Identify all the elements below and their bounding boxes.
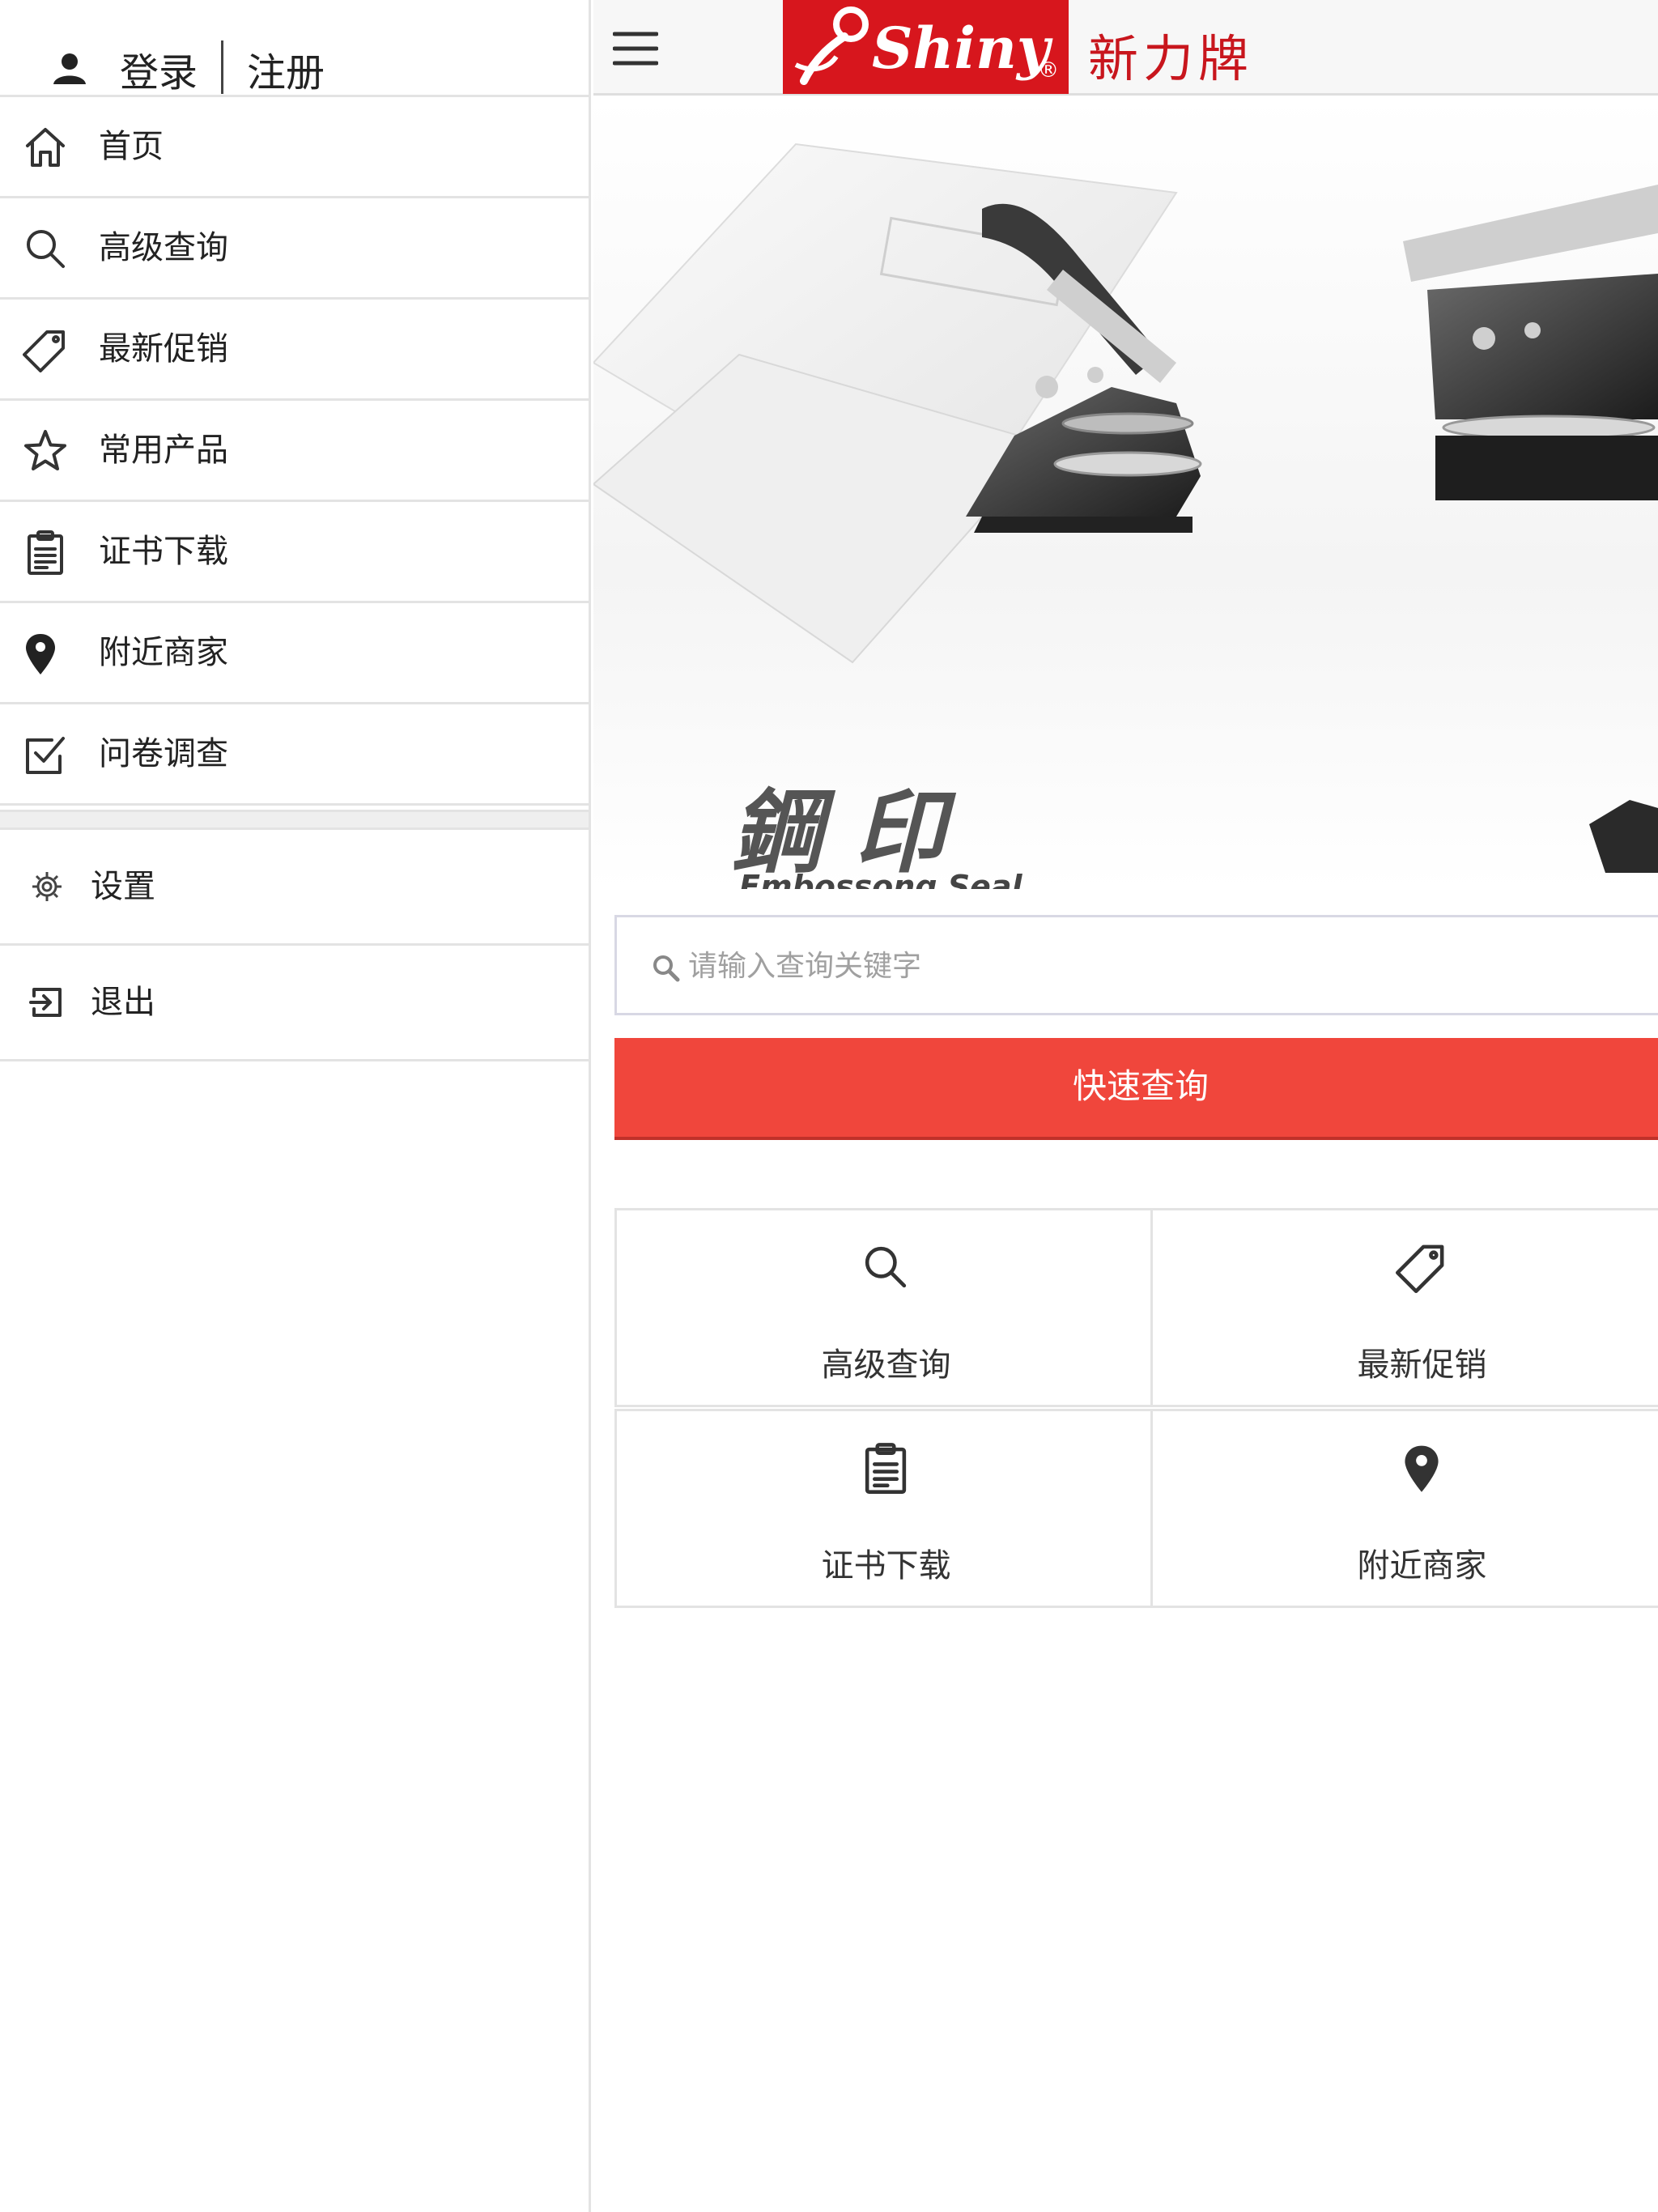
sidebar-item-home[interactable]: 首页 [0,97,589,198]
sidebar-item-label: 高级查询 [99,229,228,266]
tile-label: 附近商家 [1357,1547,1487,1585]
clipboard-icon [865,1443,907,1494]
tile-advanced-search[interactable]: 高级查询 [614,1208,1153,1407]
sidebar: 登录 注册 首页 高级查询 最新促销 常用产品 证书下载 附近商家 问卷调查 设… [0,0,591,2212]
home-icon [26,128,65,167]
top-bar: Shiny ® 新力牌 [593,0,1658,96]
tag-icon [23,330,65,372]
sidebar-item-nearby-merchants[interactable]: 附近商家 [0,603,589,704]
search-icon [27,230,65,268]
search-icon [865,1246,907,1288]
user-icon [53,53,86,84]
brand-name: 新力牌 [1088,29,1254,88]
tile-certificate-download[interactable]: 证书下载 [614,1409,1153,1608]
sidebar-item-label: 最新促销 [99,330,228,368]
star-icon [24,430,66,470]
stamp-logo-icon [794,6,869,85]
search-input[interactable] [687,917,1580,1015]
sidebar-item-label: 首页 [99,128,164,165]
sidebar-item-common-products[interactable]: 常用产品 [0,401,589,502]
sidebar-separator [0,810,589,830]
register-link[interactable]: 注册 [247,40,325,97]
sidebar-item-label: 退出 [91,984,155,1021]
tile-promotions[interactable]: 最新促销 [1150,1208,1658,1407]
clipboard-icon [28,530,63,575]
auth-bar: 登录 注册 [0,0,589,97]
sidebar-item-label: 证书下载 [99,533,228,570]
search-icon [653,955,680,982]
sidebar-item-label: 问卷调查 [99,735,228,772]
product-banner[interactable]: 鋼印 Embossong Seal [593,96,1658,889]
main-content: Shiny ® 新力牌 鋼印 Embossong Seal 请输入查询关键字 快… [593,0,1658,2212]
logo-text: Shiny [872,15,1050,82]
map-pin-icon [26,634,55,674]
feature-grid: 高级查询 最新促销 证书下载 附近商家 [614,1208,1658,1611]
quick-search-button[interactable]: 快速查询 [614,1038,1658,1140]
banner-title-en: Embossong Seal [739,869,1022,889]
sidebar-item-label: 附近商家 [99,634,228,671]
sidebar-item-label: 常用产品 [99,432,228,469]
sidebar-item-promotions[interactable]: 最新促销 [0,300,589,401]
shiny-logo[interactable]: Shiny ® [783,0,1069,94]
tag-icon [1396,1244,1444,1293]
tile-nearby-merchants[interactable]: 附近商家 [1150,1409,1658,1608]
tile-label: 证书下载 [821,1547,951,1585]
sidebar-item-logout[interactable]: 退出 [0,946,589,1061]
menu-toggle-icon[interactable] [613,31,658,66]
login-link[interactable]: 登录 [120,40,198,97]
search-field[interactable] [614,915,1658,1015]
logout-icon [29,988,62,1017]
map-pin-icon [1405,1445,1439,1492]
sidebar-item-settings[interactable]: 设置 [0,830,589,946]
sidebar-item-advanced-search[interactable]: 高级查询 [0,198,589,300]
sidebar-item-certificate-download[interactable]: 证书下载 [0,502,589,603]
sidebar-item-survey[interactable]: 问卷调查 [0,704,589,806]
checkbox-icon [26,737,65,774]
logo-registered-mark: ® [1038,58,1059,83]
tile-label: 最新促销 [1357,1346,1487,1384]
tile-label: 高级查询 [821,1346,951,1384]
auth-divider [221,40,223,94]
sidebar-item-label: 设置 [91,868,155,905]
gear-icon [32,872,62,901]
